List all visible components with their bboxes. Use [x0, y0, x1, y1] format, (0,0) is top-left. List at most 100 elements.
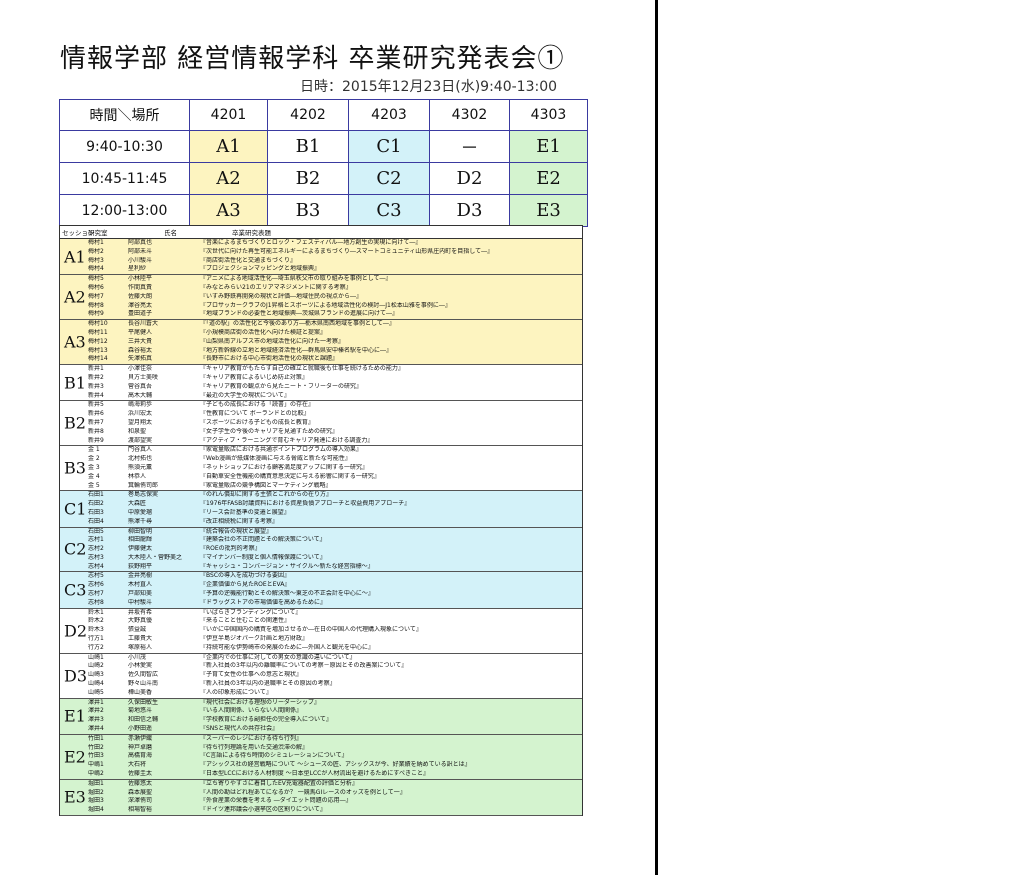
- research-title: 『最近の大学生の現状について』: [200, 391, 290, 399]
- research-title: 『ネットショップにおける顧客満足度アップに関する一研究』: [200, 463, 369, 471]
- event-date: 日時：2015年12月23日(水)9:40-13:00: [300, 79, 558, 95]
- presentation-row: 澤井4 小野田遥 『SNSと現代人の共存社会』: [60, 725, 582, 734]
- presentation-row: 石田1 巻島志保実 『のれん償却に関する主張とこれからの在り方』: [60, 491, 582, 500]
- student-name: 門谷真人: [128, 446, 153, 454]
- session-block: A1 梅村1 阿部真也 『音楽によるまちづくりとロック・フェスティバル―地方創生の実現…: [60, 239, 582, 276]
- presentation-row: 新井9 渡部望実 『アクティブ・ラーニングで育むキャリア発達における調査力』: [60, 437, 582, 446]
- lab-name: 梅村14: [88, 355, 108, 363]
- research-title: 『統合報告の現状と展望』: [200, 527, 273, 535]
- presentation-row: 志村4 荻野翔平 『キャッシュ・コンバージョン・サイクル～新たな経営指標～』: [60, 563, 582, 572]
- lab-name: 堀田4: [88, 806, 104, 814]
- presentation-row: 志村2 伊藤健太 『ROEの批判的考察』: [60, 545, 582, 554]
- lab-name: 金 3: [88, 463, 100, 471]
- research-title: 『キャッシュ・コンバージョン・サイクル～新たな経営指標～』: [200, 562, 374, 570]
- lab-name: 梅村1: [88, 239, 104, 246]
- lab-name: 山崎2: [88, 662, 104, 670]
- student-name: 大石将: [128, 761, 147, 769]
- research-title: 『キャリア教育の観点から見たニート・フリーターの研究』: [200, 382, 363, 390]
- research-title: 『みなとみらい21のエリアマネジメントに関する考察』: [200, 283, 352, 291]
- presentation-row: 梅村8 澤谷亮太 『プロサッカークラブのJ1昇格とスポーツによる地域活性化の検討―J…: [60, 302, 582, 311]
- student-name: 菅谷真吾: [128, 382, 153, 390]
- student-name: 森谷裕太: [128, 346, 153, 354]
- session-cell: C2: [348, 162, 430, 195]
- student-name: 嶋海莉歩: [128, 401, 153, 409]
- student-name: 伊藤健太: [128, 545, 153, 553]
- research-title: 『家電量販店の競争構図とマーケティング戦略』: [200, 481, 332, 489]
- student-name: 佐藤圭太: [128, 770, 153, 778]
- lab-name: 金 4: [88, 472, 100, 480]
- lab-name: 石田3: [88, 508, 104, 516]
- presentation-row: 梅村5 小林陸平 『アニメによる地域活性化―埼玉県秩父市の取り組みを事例として―』: [60, 275, 582, 284]
- research-title: 『来ることと住むことの関連性』: [200, 617, 290, 625]
- student-name: 中原愛瑠: [128, 508, 153, 516]
- student-name: 佐藤大朗: [128, 292, 153, 300]
- presentation-row: 梅村10 長谷川蒼大 『「道の駅」の活性化と今後のあり方―栃木県南西地域を事例として…: [60, 320, 582, 329]
- lab-name: 澤井3: [88, 716, 104, 724]
- presentation-row: 堀田1 佐藤悠太 『立ち寄りやすさに着目したEV充電器配置の評価と分析』: [60, 780, 582, 789]
- session-cell: A3: [189, 194, 268, 227]
- student-name: 金井亮樹: [128, 572, 153, 580]
- research-title: 『のれん償却に関する主張とこれからの在り方』: [200, 491, 333, 499]
- research-title: 『現代社会における理想のリーダーシップ』: [200, 698, 320, 706]
- lab-name: 志村4: [88, 562, 104, 570]
- session-list: セッション 研究室 氏名 卒業研究表題 A1 梅村1 阿部真也 『音楽によるまちづくり…: [59, 225, 583, 816]
- student-name: 柳田智明: [128, 527, 153, 535]
- header-title: 卒業研究表題: [232, 229, 271, 237]
- research-title: 『小規模商店街の活性化へ向けた検証と提案』: [200, 328, 327, 336]
- presentation-row: 梅村13 森谷裕太 『地方新幹線の立地と地域経済活性化―群馬県安中榛名駅を中心に―』: [60, 347, 582, 356]
- presentation-row: 堀田4 相場智裕 『ドイツ連邦議会小選挙区の区割りについて』: [60, 806, 582, 815]
- student-name: 熊須元薫: [128, 463, 153, 471]
- student-name: 澤谷亮太: [128, 301, 153, 309]
- session-cell: B2: [267, 162, 349, 195]
- lab-name: 堀田2: [88, 788, 104, 796]
- session-block: A2 梅村5 小林陸平 『アニメによる地域活性化―埼玉県秩父市の取り組みを事例として―…: [60, 275, 582, 321]
- student-name: 菊地悠斗: [128, 707, 153, 715]
- research-title: 『プロサッカークラブのJ1昇格とスポーツによる地域活性化の検討―J1松本山雅を事…: [200, 301, 451, 309]
- lab-name: 梅村8: [88, 301, 104, 309]
- presentation-row: 金 3 熊須元薫 『ネットショップにおける顧客満足度アップに関する一研究』: [60, 464, 582, 473]
- session-block: D2 鈴木1 井坂有希 『いばらきブランディングについて』 鈴木2 大野真優 『来ることと住…: [60, 608, 582, 654]
- session-cell: －: [429, 130, 510, 163]
- research-title: 『アニメによる地域活性化―埼玉県秩父市の取り組みを事例として―』: [200, 275, 392, 283]
- header-lab: 研究室: [88, 229, 108, 237]
- lab-name: 鈴木2: [88, 617, 104, 625]
- research-title: 『アシックス社の経営戦略について ～シューズの匠、アシックスが今、好業績を納めて…: [200, 761, 471, 769]
- session-block: D3 山崎1 小川茂 『企業内での仕事に対しての男女の意識の違いについて』 山崎2 小林愛…: [60, 653, 582, 699]
- research-title: 『新入社員の3年以内の離職率についての考察－原因とその改善案について』: [200, 662, 408, 670]
- presentation-row: 中嶋1 大石将 『アシックス社の経営戦略について ～シューズの匠、アシックスが今、好…: [60, 761, 582, 770]
- session-cell: B3: [267, 194, 349, 227]
- presentation-row: 梅村3 小川駿斗 『商店街活性化と交通まちづくり』: [60, 257, 582, 266]
- lab-name: 行方1: [88, 635, 104, 643]
- lab-name: 行方2: [88, 643, 104, 651]
- research-title: 『スーパーのレジにおける待ち行列』: [200, 734, 302, 742]
- research-title: 『地域ブランドの必要性と地域振興―茨城県ブランドの進展に向けて―』: [200, 310, 399, 318]
- research-title: 『持続可能な伊勢崎市の発展のために―外国人と観光を中心に』: [200, 643, 375, 651]
- lab-name: 新井7: [88, 418, 104, 426]
- lab-name: 澤井4: [88, 725, 104, 733]
- presentation-row: 梅村2 阿部未斗 『次世代に向けた再生可能エネルギーによるまちづくり―スマートコミュ…: [60, 248, 582, 257]
- research-title: 『リース会計基準の変遷と展望』: [200, 508, 290, 516]
- lab-name: 新井4: [88, 391, 104, 399]
- student-name: 渡部望実: [128, 436, 153, 444]
- presentation-row: 澤井1 久保田敏生 『現代社会における理想のリーダーシップ』: [60, 699, 582, 708]
- presentation-row: 梅村14 矢澤拓真 『長野市における中心市街地活性化の現状と課題』: [60, 355, 582, 364]
- presentation-row: 志村8 中村駿斗 『ドラッグストアの市場価値を高めるために』: [60, 599, 582, 608]
- session-cell: A2: [189, 162, 268, 195]
- student-name: 平尾健人: [128, 328, 153, 336]
- lab-name: 堀田1: [88, 779, 104, 787]
- student-name: 箕輪侑司郎: [128, 481, 159, 489]
- student-name: 樺山美香: [128, 688, 153, 696]
- presentation-row: 梅村12 三井大貴 『山梨県南アルプス市の地域活性化に向けた一考察』: [60, 338, 582, 347]
- presentation-row: 梅村7 佐藤大朗 『いすみ野鉄再開発の現状と評価―地域住民の視点から―』: [60, 293, 582, 302]
- research-title: 『SNSと現代人の共存社会』: [200, 725, 279, 733]
- student-name: 野々山斗南: [128, 680, 159, 688]
- session-block: E1 澤井1 久保田敏生 『現代社会における理想のリーダーシップ』 澤井2 菊地悠斗 『いる…: [60, 698, 582, 735]
- student-name: 豊田道子: [128, 310, 153, 318]
- session-list-header: セッション 研究室 氏名 卒業研究表題: [60, 226, 582, 239]
- student-name: 森本展聖: [128, 788, 153, 796]
- lab-name: 志村5: [88, 572, 104, 580]
- presentation-row: 山崎1 小川茂 『企業内での仕事に対しての男女の意識の違いについて』: [60, 654, 582, 663]
- presentation-row: 行方2 塚原裕人 『持続可能な伊勢崎市の発展のために―外国人と観光を中心に』: [60, 644, 582, 653]
- lab-name: 金 1: [88, 446, 100, 454]
- student-name: 貝方士美咲: [128, 373, 159, 381]
